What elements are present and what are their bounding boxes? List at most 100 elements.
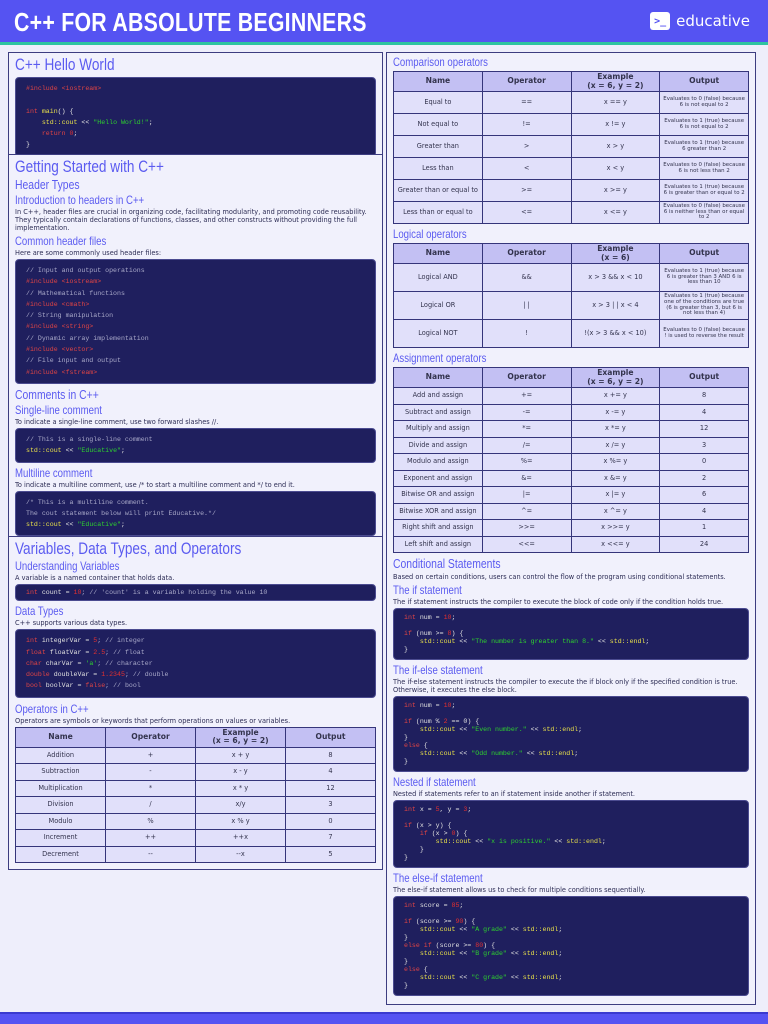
code-line: // Mathematical functions <box>26 288 365 299</box>
code-line: std::cout << "Educative"; <box>26 445 365 456</box>
table-cell: 0 <box>659 453 749 471</box>
table-header-row: Name Operator Example (x = 6, y = 2) Output <box>15 726 376 748</box>
code-line: bool boolVar = false; // bool <box>26 680 365 691</box>
code-token: } <box>404 982 408 989</box>
column-header: Example (x = 6, y = 2) <box>570 367 661 388</box>
table-cell: x |= y <box>570 486 661 504</box>
code-token: << <box>455 926 472 933</box>
table-cell: Increment <box>15 829 106 847</box>
code-token: "Educative" <box>77 521 121 529</box>
code-token: int <box>404 614 420 621</box>
code-token: int <box>404 806 420 813</box>
table-row: Logical OR | | x > 3 | | x < 4 Evaluates to… <box>393 291 749 320</box>
table-row: Divide and assign/= x /= y3 <box>393 436 749 454</box>
code-token: std::endl <box>538 750 575 757</box>
table-cell: <= <box>481 201 572 224</box>
table-row: Add and assign += x += y8 <box>393 387 749 405</box>
code-token: main <box>41 107 58 115</box>
table-cell: 8 <box>285 746 376 765</box>
table-cell: %= <box>481 453 572 471</box>
code-token: float <box>26 648 50 656</box>
subsection-title: Multiline comment <box>15 465 93 480</box>
code-token: << <box>455 726 472 733</box>
subsection-title: The if-else statement <box>393 663 483 677</box>
table-row: Equal to == x == y Evaluates to 0 (false) b… <box>393 91 749 114</box>
code-token: } <box>404 846 424 853</box>
code-line: float floatVar = 2.5; // float <box>26 647 365 658</box>
code-block: /* This is a multiline comment. The cout … <box>15 490 376 537</box>
table-cell: == <box>481 91 572 114</box>
code-token: "Educative" <box>77 447 121 455</box>
code-line: int main() { <box>26 106 365 117</box>
code-token: (x > y) { <box>415 822 452 829</box>
table-row: Bitwise XOR and assign ^= x ^= y4 <box>393 502 749 520</box>
code-token: return <box>41 130 70 138</box>
paragraph: To indicate a single-line comment, use t… <box>15 417 219 426</box>
code-block: int integerVar = 5; // integer float floa… <box>15 629 376 698</box>
page-title: C++ FOR ABSOLUTE BEGINNERS <box>14 7 367 37</box>
subsection-title: Operators in C++ <box>15 701 89 716</box>
educative-logo[interactable]: >_ educative <box>650 12 750 30</box>
table-cell: 12 <box>659 420 749 438</box>
code-token: << <box>506 974 523 981</box>
code-token: int <box>404 702 420 709</box>
code-token: ; <box>645 638 650 645</box>
code-token: /* This is a multiline comment. <box>26 498 149 506</box>
code-token: boolVar = <box>45 682 86 690</box>
table-cell: > <box>481 135 572 158</box>
table-cell: >= <box>481 179 572 202</box>
code-token: 80 <box>475 942 484 949</box>
code-token: std::endl <box>609 638 646 645</box>
code-token: 'a' <box>85 659 98 667</box>
code-token: score = <box>419 902 452 909</box>
code-token: if <box>404 718 416 725</box>
code-token: ) { <box>483 942 496 949</box>
subsection-title: Comments in C++ <box>15 386 99 402</box>
code-token: } <box>404 934 408 941</box>
table-cell: x *= y <box>570 420 661 438</box>
code-token: // This is a single-line comment <box>26 435 153 443</box>
code-token: } <box>404 758 408 765</box>
table-row: Bitwise OR and assign |= x |= y6 <box>393 486 749 504</box>
table-cell: &= <box>481 469 572 487</box>
code-token: ; // 'count' is a variable holding the v… <box>81 589 268 596</box>
code-token: std::cout <box>435 838 472 845</box>
code-token: << <box>61 521 78 529</box>
code-line: if (num % 2 == 0) { <box>404 718 738 726</box>
code-line: int num = 10; <box>404 614 738 622</box>
table-cell: 4 <box>285 763 376 781</box>
code-token: 10 <box>443 702 452 709</box>
arithmetic-operators-table: Name Operator Example (x = 6, y = 2) Output… <box>15 726 376 864</box>
table-cell: Evaluates to 1 (true) because one of the… <box>659 291 749 320</box>
code-line: #include <iostream> <box>26 83 365 94</box>
code-token: "A grade" <box>471 926 507 933</box>
table-cell: *= <box>481 420 572 438</box>
code-line: std::cout << "Hello World!"; <box>26 117 365 128</box>
table-row: Decrement -- --x 5 <box>15 845 376 864</box>
table-cell: % <box>105 812 196 831</box>
code-line: // String manipulation <box>26 310 365 321</box>
code-token: else if <box>404 942 436 949</box>
table-cell: -= <box>481 403 572 421</box>
table-cell: 5 <box>285 845 376 864</box>
table-cell: x ^= y <box>570 502 661 520</box>
code-token: int <box>26 637 42 645</box>
code-line: else { <box>404 966 738 974</box>
code-token: 10 <box>443 614 452 621</box>
operators-conditionals-section: Comparison operators Name Operator Example… <box>386 52 756 1005</box>
code-token: { <box>423 966 428 973</box>
code-token: << <box>522 750 539 757</box>
code-token: << <box>77 118 94 126</box>
code-token: == 0) { <box>447 718 480 725</box>
subsection-title: The if statement <box>393 583 462 597</box>
code-token: // Mathematical functions <box>26 289 125 297</box>
code-line: // File input and output <box>26 355 365 366</box>
hello-world-section: C++ Hello World #include <iostream> int m… <box>8 52 383 157</box>
code-line: return 0; <box>26 128 365 139</box>
subsection-title: Understanding Variables <box>15 559 120 573</box>
code-token: #include <iostream> <box>26 278 102 286</box>
column-header: Name <box>393 367 483 388</box>
